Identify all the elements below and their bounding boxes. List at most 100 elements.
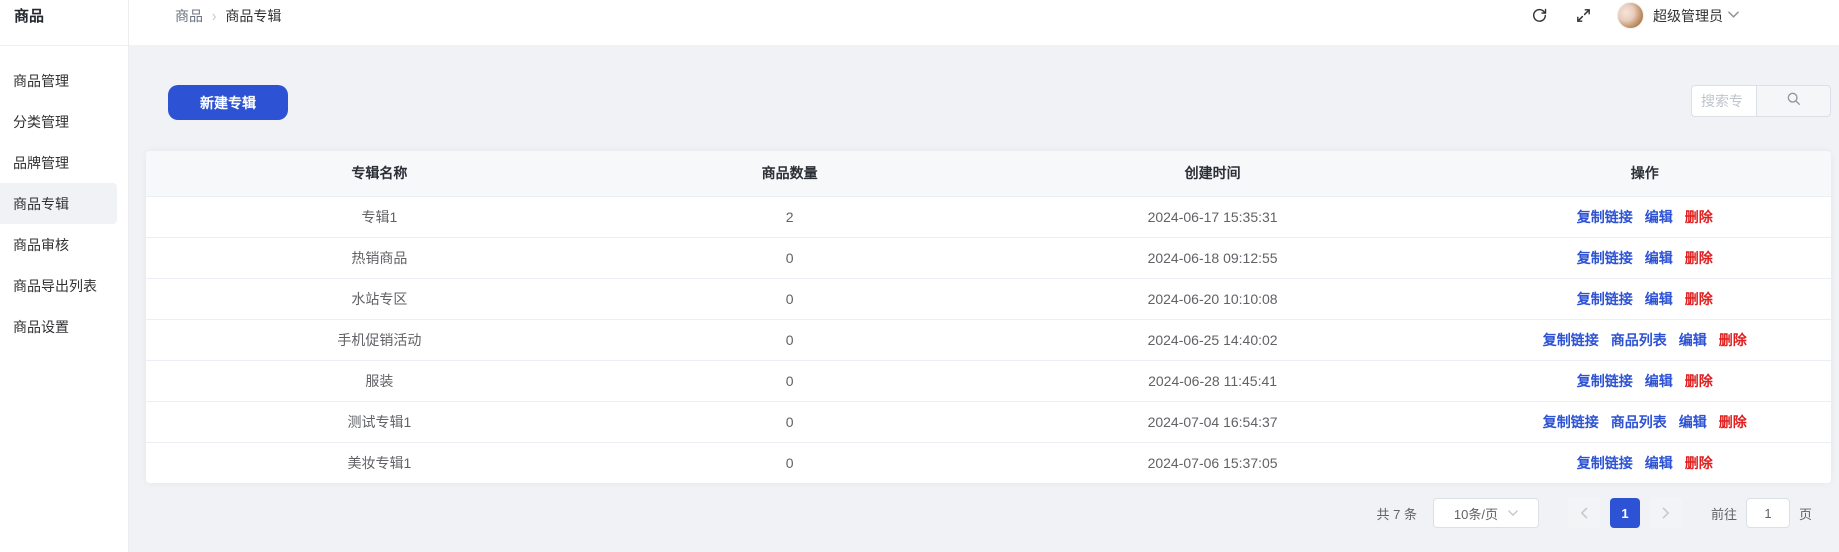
pagination: 共 7 条 10条/页 1 前往 页 — [146, 498, 1831, 528]
user-menu[interactable]: 超级管理员 — [1617, 2, 1739, 29]
action-copy-link[interactable]: 复制链接 — [1577, 250, 1633, 266]
album-name-cell: 服装 — [146, 360, 613, 401]
action-product-list[interactable]: 商品列表 — [1611, 332, 1667, 348]
search-icon — [1786, 91, 1801, 111]
product-count-cell: 2 — [613, 196, 967, 237]
action-edit[interactable]: 编辑 — [1679, 332, 1707, 348]
action-edit[interactable]: 编辑 — [1645, 291, 1673, 307]
column-header-0: 专辑名称 — [146, 151, 613, 196]
action-copy-link[interactable]: 复制链接 — [1577, 373, 1633, 389]
action-copy-link[interactable]: 复制链接 — [1577, 291, 1633, 307]
action-delete[interactable]: 删除 — [1719, 332, 1747, 348]
goto-label: 前往 — [1711, 504, 1737, 523]
goto-suffix: 页 — [1799, 504, 1812, 523]
product-count-cell: 0 — [613, 401, 967, 442]
toolbar: 新建专辑 — [146, 85, 1831, 120]
page-size-select[interactable]: 10条/页 — [1433, 498, 1539, 528]
album-name-cell: 水站专区 — [146, 278, 613, 319]
action-product-list[interactable]: 商品列表 — [1611, 414, 1667, 430]
topbar: 商品 › 商品专辑 — [129, 0, 1839, 45]
product-count-cell: 0 — [613, 237, 967, 278]
action-copy-link[interactable]: 复制链接 — [1577, 209, 1633, 225]
album-name-cell: 手机促销活动 — [146, 319, 613, 360]
search-control — [1691, 85, 1831, 117]
search-input[interactable] — [1691, 85, 1756, 117]
product-count-cell: 0 — [613, 360, 967, 401]
column-header-1: 商品数量 — [613, 151, 967, 196]
prev-page-button[interactable] — [1568, 498, 1600, 528]
page-button-1[interactable]: 1 — [1610, 498, 1640, 528]
sidebar-item-4[interactable]: 商品审核 — [0, 224, 128, 265]
breadcrumb-item-products[interactable]: 商品 — [175, 6, 203, 26]
app: 商品 商品管理分类管理品牌管理商品专辑商品审核商品导出列表商品设置 商品 › 商… — [0, 0, 1839, 552]
goto-page: 前往 页 — [1711, 498, 1812, 528]
chevron-down-icon — [1728, 7, 1739, 25]
album-name-cell: 热销商品 — [146, 237, 613, 278]
goto-page-input[interactable] — [1746, 498, 1790, 528]
table-row: 专辑122024-06-17 15:35:31复制链接编辑删除 — [146, 196, 1831, 237]
column-header-3: 操作 — [1459, 151, 1831, 196]
album-table-body: 专辑122024-06-17 15:35:31复制链接编辑删除热销商品02024… — [146, 196, 1831, 483]
album-name-cell: 美妆专辑1 — [146, 442, 613, 483]
action-delete[interactable]: 删除 — [1685, 455, 1713, 471]
breadcrumb-separator-icon: › — [212, 7, 216, 25]
sidebar-nav: 商品管理分类管理品牌管理商品专辑商品审核商品导出列表商品设置 — [0, 46, 128, 347]
next-page-button[interactable] — [1650, 498, 1682, 528]
action-edit[interactable]: 编辑 — [1645, 209, 1673, 225]
select-chevron-icon — [1508, 508, 1518, 518]
topbar-right: 超级管理员 — [1505, 2, 1739, 29]
refresh-icon[interactable] — [1531, 7, 1549, 25]
actions-cell: 复制链接商品列表编辑删除 — [1459, 401, 1831, 442]
actions-cell: 复制链接编辑删除 — [1459, 196, 1831, 237]
album-table: 专辑名称商品数量创建时间操作 专辑122024-06-17 15:35:31复制… — [146, 151, 1831, 483]
total-count: 共 7 条 — [1377, 504, 1417, 523]
action-delete[interactable]: 删除 — [1685, 373, 1713, 389]
sidebar: 商品 商品管理分类管理品牌管理商品专辑商品审核商品导出列表商品设置 — [0, 0, 129, 552]
product-count-cell: 0 — [613, 319, 967, 360]
user-avatar — [1617, 2, 1644, 29]
actions-cell: 复制链接商品列表编辑删除 — [1459, 319, 1831, 360]
table-row: 水站专区02024-06-20 10:10:08复制链接编辑删除 — [146, 278, 1831, 319]
action-delete[interactable]: 删除 — [1685, 250, 1713, 266]
product-count-cell: 0 — [613, 278, 967, 319]
sidebar-item-3[interactable]: 商品专辑 — [0, 183, 117, 224]
app-logo: 商品 — [0, 0, 128, 46]
album-name-cell: 测试专辑1 — [146, 401, 613, 442]
action-copy-link[interactable]: 复制链接 — [1543, 414, 1599, 430]
sidebar-item-2[interactable]: 品牌管理 — [0, 142, 128, 183]
action-edit[interactable]: 编辑 — [1645, 250, 1673, 266]
create-album-button[interactable]: 新建专辑 — [168, 85, 288, 120]
sidebar-item-5[interactable]: 商品导出列表 — [0, 265, 128, 306]
chevron-left-icon — [1579, 507, 1589, 519]
username: 超级管理员 — [1653, 6, 1723, 26]
table-row: 美妆专辑102024-07-06 15:37:05复制链接编辑删除 — [146, 442, 1831, 483]
fullscreen-icon[interactable] — [1575, 7, 1593, 25]
table-header-row: 专辑名称商品数量创建时间操作 — [146, 151, 1831, 196]
breadcrumb: 商品 › 商品专辑 — [175, 6, 281, 26]
action-copy-link[interactable]: 复制链接 — [1577, 455, 1633, 471]
product-count-cell: 0 — [613, 442, 967, 483]
sidebar-item-6[interactable]: 商品设置 — [0, 306, 128, 347]
column-header-2: 创建时间 — [967, 151, 1459, 196]
table-row: 手机促销活动02024-06-25 14:40:02复制链接商品列表编辑删除 — [146, 319, 1831, 360]
table-row: 服装02024-06-28 11:45:41复制链接编辑删除 — [146, 360, 1831, 401]
action-edit[interactable]: 编辑 — [1645, 455, 1673, 471]
created-time-cell: 2024-07-04 16:54:37 — [967, 401, 1459, 442]
search-button[interactable] — [1756, 85, 1831, 117]
actions-cell: 复制链接编辑删除 — [1459, 360, 1831, 401]
action-delete[interactable]: 删除 — [1685, 209, 1713, 225]
action-copy-link[interactable]: 复制链接 — [1543, 332, 1599, 348]
actions-cell: 复制链接编辑删除 — [1459, 237, 1831, 278]
action-delete[interactable]: 删除 — [1719, 414, 1747, 430]
action-edit[interactable]: 编辑 — [1679, 414, 1707, 430]
sidebar-item-1[interactable]: 分类管理 — [0, 101, 128, 142]
chevron-right-icon — [1661, 507, 1671, 519]
sidebar-item-0[interactable]: 商品管理 — [0, 60, 128, 101]
actions-cell: 复制链接编辑删除 — [1459, 278, 1831, 319]
created-time-cell: 2024-06-20 10:10:08 — [967, 278, 1459, 319]
album-name-cell: 专辑1 — [146, 196, 613, 237]
action-edit[interactable]: 编辑 — [1645, 373, 1673, 389]
action-delete[interactable]: 删除 — [1685, 291, 1713, 307]
breadcrumb-item-current: 商品专辑 — [225, 6, 281, 26]
table-row: 测试专辑102024-07-04 16:54:37复制链接商品列表编辑删除 — [146, 401, 1831, 442]
